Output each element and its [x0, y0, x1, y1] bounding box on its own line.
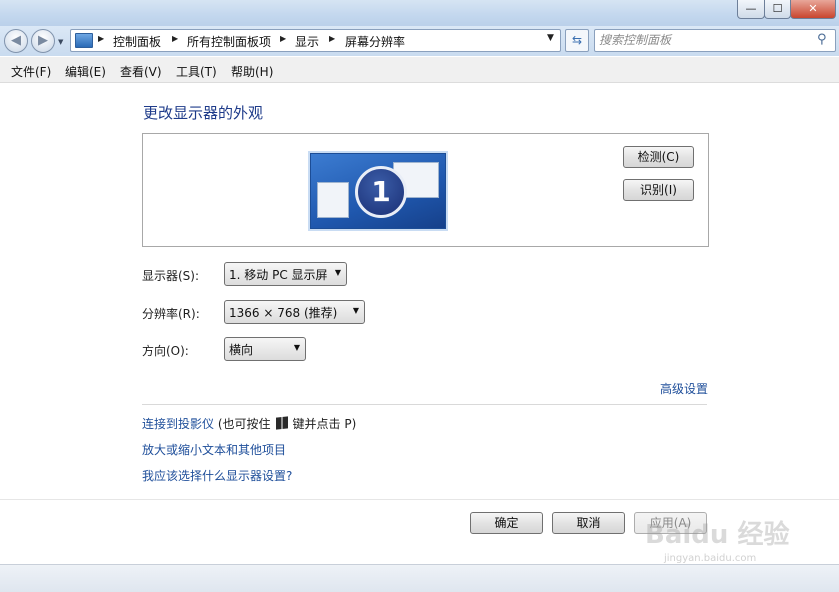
search-input[interactable] [599, 32, 804, 48]
orientation-select-value: 横向 [229, 343, 254, 357]
ok-button[interactable]: 确定 [470, 512, 543, 534]
projector-row: 连接到投影仪 (也可按住 键并点击 P) [142, 415, 356, 432]
windows-logo-icon [275, 416, 288, 430]
status-bar [0, 564, 839, 592]
refresh-icon[interactable]: ⇆ [565, 29, 589, 52]
chevron-down-icon: ▼ [352, 306, 359, 315]
breadcrumb-screen-resolution[interactable]: 屏幕分辨率 [345, 33, 405, 50]
display-settings-help-link[interactable]: 我应该选择什么显示器设置? [142, 467, 292, 484]
resolution-label: 分辨率(R): [142, 307, 200, 321]
minimize-button[interactable]: — [737, 0, 765, 19]
display-select[interactable]: 1. 移动 PC 显示屏 ▼ [224, 262, 347, 286]
close-button[interactable]: ✕ [790, 0, 836, 19]
history-dropdown-icon[interactable]: ▼ [58, 38, 63, 46]
watermark: Baidu 经验 [645, 520, 790, 550]
chevron-right-icon[interactable]: ▶ [280, 34, 286, 43]
menu-view[interactable]: 查看(V) [120, 63, 162, 80]
window-thumbnail-icon [317, 182, 349, 218]
display-select-value: 1. 移动 PC 显示屏 [229, 268, 328, 282]
breadcrumb-display[interactable]: 显示 [295, 33, 319, 50]
chevron-down-icon: ▼ [334, 268, 341, 277]
monitor-preview-panel: 1 检测(C) 识别(I) [142, 133, 709, 247]
search-box[interactable]: ⚲ [594, 29, 836, 52]
menu-bar: 文件(F) 编辑(E) 查看(V) 工具(T) 帮助(H) [0, 57, 839, 83]
identify-button[interactable]: 识别(I) [623, 179, 694, 201]
connect-projector-link[interactable]: 连接到投影仪 [142, 417, 214, 431]
menu-tools[interactable]: 工具(T) [176, 63, 217, 80]
chevron-right-icon[interactable]: ▶ [98, 34, 104, 43]
menu-help[interactable]: 帮助(H) [231, 63, 273, 80]
chevron-down-icon: ▼ [293, 343, 300, 352]
menu-edit[interactable]: 编辑(E) [65, 63, 106, 80]
breadcrumb-all-items[interactable]: 所有控制面板项 [187, 33, 271, 50]
projector-hint-suffix: 键并点击 P) [292, 417, 357, 431]
footer-divider [0, 499, 839, 500]
back-arrow-icon[interactable]: ◀ [4, 29, 28, 53]
title-bar: — ☐ ✕ [0, 0, 839, 28]
advanced-settings-link[interactable]: 高级设置 [660, 380, 708, 397]
forward-arrow-icon[interactable]: ▶ [31, 29, 55, 53]
address-dropdown-icon[interactable]: ▼ [547, 33, 554, 43]
orientation-label: 方向(O): [142, 344, 189, 358]
cancel-button[interactable]: 取消 [552, 512, 625, 534]
page-title: 更改显示器的外观 [143, 104, 264, 122]
chevron-right-icon[interactable]: ▶ [329, 34, 335, 43]
detect-button[interactable]: 检测(C) [623, 146, 694, 168]
display-label: 显示器(S): [142, 269, 200, 283]
monitor-number-badge: 1 [355, 166, 407, 218]
resolution-select-value: 1366 × 768 (推荐) [229, 306, 338, 320]
menu-file[interactable]: 文件(F) [11, 63, 51, 80]
orientation-select[interactable]: 横向 ▼ [224, 337, 306, 361]
search-icon[interactable]: ⚲ [817, 32, 827, 47]
resolution-select[interactable]: 1366 × 768 (推荐) ▼ [224, 300, 365, 324]
projector-hint-prefix: (也可按住 [214, 417, 271, 431]
maximize-button[interactable]: ☐ [764, 0, 791, 19]
chevron-right-icon[interactable]: ▶ [172, 34, 178, 43]
breadcrumb-control-panel[interactable]: 控制面板 [113, 33, 161, 50]
control-panel-icon [75, 33, 93, 48]
divider [142, 404, 707, 405]
navigation-bar: ◀ ▶ ▼ ▶ 控制面板 ▶ 所有控制面板项 ▶ 显示 ▶ 屏幕分辨率 ▼ ⇆ … [0, 26, 839, 56]
address-bar[interactable]: ▶ 控制面板 ▶ 所有控制面板项 ▶ 显示 ▶ 屏幕分辨率 ▼ [70, 29, 561, 52]
text-size-link[interactable]: 放大或缩小文本和其他项目 [142, 441, 286, 458]
watermark-url: jingyan.baidu.com [664, 553, 757, 564]
monitor-1-thumbnail[interactable]: 1 [310, 153, 446, 229]
